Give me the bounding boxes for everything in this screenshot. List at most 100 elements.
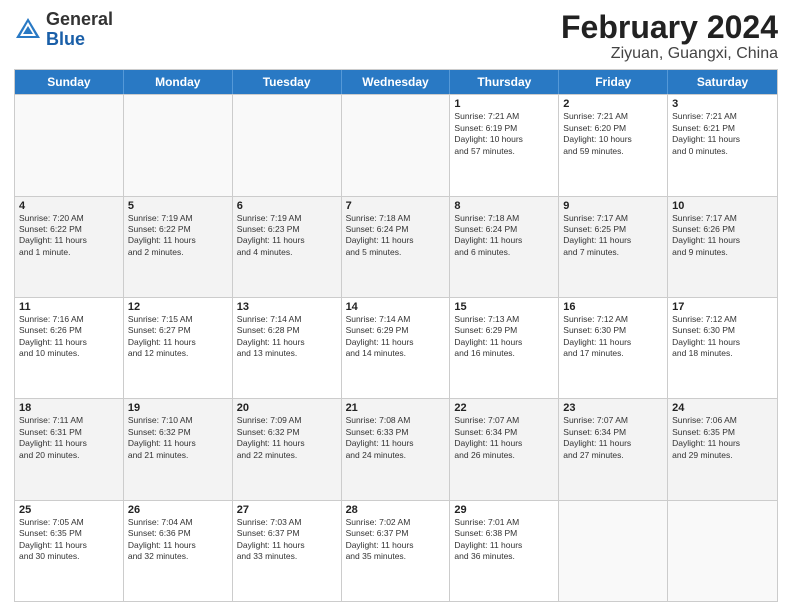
day-number: 18: [19, 402, 119, 414]
day-of-week-monday: Monday: [124, 70, 233, 94]
day-number: 24: [672, 402, 773, 414]
cell-info-text: Sunrise: 7:17 AM Sunset: 6:25 PM Dayligh…: [563, 213, 663, 259]
cal-cell-0-3: [342, 95, 451, 195]
day-number: 19: [128, 402, 228, 414]
title-block: February 2024 Ziyuan, Guangxi, China: [561, 10, 778, 63]
cal-cell-1-3: 7Sunrise: 7:18 AM Sunset: 6:24 PM Daylig…: [342, 197, 451, 297]
cell-info-text: Sunrise: 7:11 AM Sunset: 6:31 PM Dayligh…: [19, 415, 119, 461]
day-number: 9: [563, 200, 663, 212]
cell-info-text: Sunrise: 7:04 AM Sunset: 6:36 PM Dayligh…: [128, 517, 228, 563]
cell-info-text: Sunrise: 7:13 AM Sunset: 6:29 PM Dayligh…: [454, 314, 554, 360]
cal-cell-0-5: 2Sunrise: 7:21 AM Sunset: 6:20 PM Daylig…: [559, 95, 668, 195]
day-number: 6: [237, 200, 337, 212]
day-number: 10: [672, 200, 773, 212]
day-of-week-saturday: Saturday: [668, 70, 777, 94]
cell-info-text: Sunrise: 7:12 AM Sunset: 6:30 PM Dayligh…: [563, 314, 663, 360]
cell-info-text: Sunrise: 7:18 AM Sunset: 6:24 PM Dayligh…: [346, 213, 446, 259]
cal-cell-4-3: 28Sunrise: 7:02 AM Sunset: 6:37 PM Dayli…: [342, 501, 451, 601]
cell-info-text: Sunrise: 7:08 AM Sunset: 6:33 PM Dayligh…: [346, 415, 446, 461]
logo-general-text: General: [46, 9, 113, 29]
cal-cell-0-1: [124, 95, 233, 195]
cal-cell-4-4: 29Sunrise: 7:01 AM Sunset: 6:38 PM Dayli…: [450, 501, 559, 601]
cell-info-text: Sunrise: 7:21 AM Sunset: 6:20 PM Dayligh…: [563, 111, 663, 157]
cell-info-text: Sunrise: 7:12 AM Sunset: 6:30 PM Dayligh…: [672, 314, 773, 360]
cal-cell-3-0: 18Sunrise: 7:11 AM Sunset: 6:31 PM Dayli…: [15, 399, 124, 499]
day-number: 12: [128, 301, 228, 313]
cal-cell-2-2: 13Sunrise: 7:14 AM Sunset: 6:28 PM Dayli…: [233, 298, 342, 398]
cell-info-text: Sunrise: 7:07 AM Sunset: 6:34 PM Dayligh…: [454, 415, 554, 461]
calendar-row-0: 1Sunrise: 7:21 AM Sunset: 6:19 PM Daylig…: [15, 94, 777, 195]
cal-cell-3-3: 21Sunrise: 7:08 AM Sunset: 6:33 PM Dayli…: [342, 399, 451, 499]
cal-cell-0-6: 3Sunrise: 7:21 AM Sunset: 6:21 PM Daylig…: [668, 95, 777, 195]
logo-blue-text: Blue: [46, 29, 85, 49]
day-number: 15: [454, 301, 554, 313]
day-number: 23: [563, 402, 663, 414]
cell-info-text: Sunrise: 7:15 AM Sunset: 6:27 PM Dayligh…: [128, 314, 228, 360]
cal-cell-2-1: 12Sunrise: 7:15 AM Sunset: 6:27 PM Dayli…: [124, 298, 233, 398]
day-of-week-thursday: Thursday: [450, 70, 559, 94]
cell-info-text: Sunrise: 7:06 AM Sunset: 6:35 PM Dayligh…: [672, 415, 773, 461]
cal-cell-1-1: 5Sunrise: 7:19 AM Sunset: 6:22 PM Daylig…: [124, 197, 233, 297]
day-number: 27: [237, 504, 337, 516]
day-number: 7: [346, 200, 446, 212]
cal-cell-2-5: 16Sunrise: 7:12 AM Sunset: 6:30 PM Dayli…: [559, 298, 668, 398]
cal-cell-4-1: 26Sunrise: 7:04 AM Sunset: 6:36 PM Dayli…: [124, 501, 233, 601]
day-number: 4: [19, 200, 119, 212]
calendar: SundayMondayTuesdayWednesdayThursdayFrid…: [14, 69, 778, 602]
day-number: 1: [454, 98, 554, 110]
cal-cell-2-6: 17Sunrise: 7:12 AM Sunset: 6:30 PM Dayli…: [668, 298, 777, 398]
cal-cell-1-6: 10Sunrise: 7:17 AM Sunset: 6:26 PM Dayli…: [668, 197, 777, 297]
cal-cell-2-0: 11Sunrise: 7:16 AM Sunset: 6:26 PM Dayli…: [15, 298, 124, 398]
cell-info-text: Sunrise: 7:17 AM Sunset: 6:26 PM Dayligh…: [672, 213, 773, 259]
cal-cell-4-5: [559, 501, 668, 601]
location: Ziyuan, Guangxi, China: [561, 45, 778, 63]
cal-cell-1-2: 6Sunrise: 7:19 AM Sunset: 6:23 PM Daylig…: [233, 197, 342, 297]
cell-info-text: Sunrise: 7:07 AM Sunset: 6:34 PM Dayligh…: [563, 415, 663, 461]
cell-info-text: Sunrise: 7:19 AM Sunset: 6:23 PM Dayligh…: [237, 213, 337, 259]
cell-info-text: Sunrise: 7:01 AM Sunset: 6:38 PM Dayligh…: [454, 517, 554, 563]
day-of-week-friday: Friday: [559, 70, 668, 94]
calendar-body: 1Sunrise: 7:21 AM Sunset: 6:19 PM Daylig…: [15, 94, 777, 601]
calendar-row-2: 11Sunrise: 7:16 AM Sunset: 6:26 PM Dayli…: [15, 297, 777, 398]
calendar-row-1: 4Sunrise: 7:20 AM Sunset: 6:22 PM Daylig…: [15, 196, 777, 297]
day-number: 25: [19, 504, 119, 516]
day-number: 2: [563, 98, 663, 110]
day-number: 5: [128, 200, 228, 212]
header: General Blue February 2024 Ziyuan, Guang…: [14, 10, 778, 63]
page: General Blue February 2024 Ziyuan, Guang…: [0, 0, 792, 612]
cell-info-text: Sunrise: 7:21 AM Sunset: 6:21 PM Dayligh…: [672, 111, 773, 157]
month-year: February 2024: [561, 10, 778, 45]
day-number: 3: [672, 98, 773, 110]
day-number: 28: [346, 504, 446, 516]
cal-cell-3-6: 24Sunrise: 7:06 AM Sunset: 6:35 PM Dayli…: [668, 399, 777, 499]
day-number: 11: [19, 301, 119, 313]
cal-cell-1-5: 9Sunrise: 7:17 AM Sunset: 6:25 PM Daylig…: [559, 197, 668, 297]
cell-info-text: Sunrise: 7:02 AM Sunset: 6:37 PM Dayligh…: [346, 517, 446, 563]
cell-info-text: Sunrise: 7:21 AM Sunset: 6:19 PM Dayligh…: [454, 111, 554, 157]
day-number: 16: [563, 301, 663, 313]
day-number: 14: [346, 301, 446, 313]
day-number: 21: [346, 402, 446, 414]
day-number: 22: [454, 402, 554, 414]
cal-cell-3-4: 22Sunrise: 7:07 AM Sunset: 6:34 PM Dayli…: [450, 399, 559, 499]
day-of-week-tuesday: Tuesday: [233, 70, 342, 94]
cal-cell-3-2: 20Sunrise: 7:09 AM Sunset: 6:32 PM Dayli…: [233, 399, 342, 499]
cell-info-text: Sunrise: 7:09 AM Sunset: 6:32 PM Dayligh…: [237, 415, 337, 461]
calendar-header: SundayMondayTuesdayWednesdayThursdayFrid…: [15, 70, 777, 94]
day-number: 26: [128, 504, 228, 516]
logo-icon: [14, 16, 42, 44]
cell-info-text: Sunrise: 7:03 AM Sunset: 6:37 PM Dayligh…: [237, 517, 337, 563]
logo-text: General Blue: [46, 10, 113, 50]
cal-cell-2-4: 15Sunrise: 7:13 AM Sunset: 6:29 PM Dayli…: [450, 298, 559, 398]
cal-cell-1-4: 8Sunrise: 7:18 AM Sunset: 6:24 PM Daylig…: [450, 197, 559, 297]
cal-cell-2-3: 14Sunrise: 7:14 AM Sunset: 6:29 PM Dayli…: [342, 298, 451, 398]
day-number: 17: [672, 301, 773, 313]
day-of-week-wednesday: Wednesday: [342, 70, 451, 94]
cell-info-text: Sunrise: 7:18 AM Sunset: 6:24 PM Dayligh…: [454, 213, 554, 259]
day-number: 20: [237, 402, 337, 414]
cell-info-text: Sunrise: 7:14 AM Sunset: 6:29 PM Dayligh…: [346, 314, 446, 360]
cal-cell-3-1: 19Sunrise: 7:10 AM Sunset: 6:32 PM Dayli…: [124, 399, 233, 499]
day-of-week-sunday: Sunday: [15, 70, 124, 94]
day-number: 29: [454, 504, 554, 516]
cal-cell-0-2: [233, 95, 342, 195]
